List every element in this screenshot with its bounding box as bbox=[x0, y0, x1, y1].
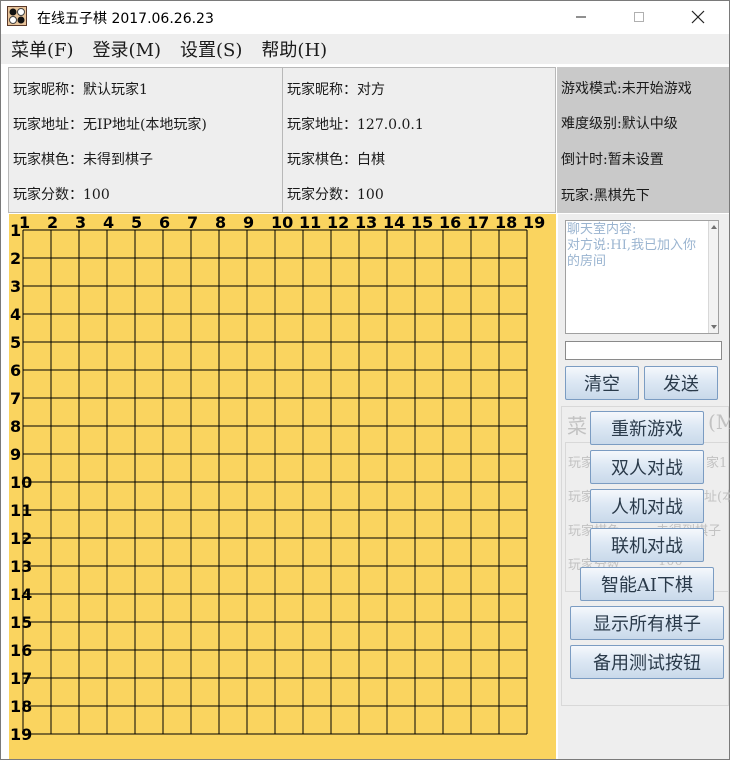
row-label: 17 bbox=[10, 669, 32, 688]
row-label: 6 bbox=[10, 361, 21, 380]
chat-room[interactable]: 聊天室内容: 对方说:HI,我已加入你的房间 bbox=[565, 220, 719, 334]
pve-button[interactable]: 人机对战 bbox=[590, 489, 704, 523]
clear-button[interactable]: 清空 bbox=[565, 366, 639, 400]
row-label: 1 bbox=[10, 221, 21, 240]
column-label: 15 bbox=[411, 214, 433, 232]
player2-nickname: 玩家昵称：对方 bbox=[287, 82, 385, 98]
chat-content: 聊天室内容: 对方说:HI,我已加入你的房间 bbox=[567, 222, 707, 270]
column-label: 11 bbox=[299, 214, 321, 232]
row-label: 4 bbox=[10, 305, 21, 324]
ghost-menu-a: 菜 bbox=[567, 414, 587, 438]
title-bar[interactable]: 在线五子棋 2017.06.26.23 bbox=[1, 1, 729, 34]
chat-input[interactable] bbox=[565, 341, 722, 360]
row-label: 12 bbox=[10, 529, 32, 548]
minimize-icon bbox=[576, 16, 586, 18]
menu-item-settings[interactable]: 设置(S) bbox=[180, 36, 242, 62]
column-label: 3 bbox=[75, 214, 86, 232]
ghost-line1-tail: 家1 bbox=[706, 456, 728, 471]
menu-item-menu[interactable]: 菜单(F) bbox=[11, 36, 74, 62]
menu-item-help[interactable]: 帮助(H) bbox=[261, 36, 327, 62]
game-status-panel: 游戏模式:未开始游戏 难度级别:默认中级 倒计时:暂未设置 玩家:黑棋先下 bbox=[557, 67, 729, 213]
close-icon bbox=[691, 10, 705, 24]
column-label: 16 bbox=[439, 214, 461, 232]
column-label: 18 bbox=[495, 214, 517, 232]
restart-button[interactable]: 重新游戏 bbox=[590, 411, 704, 445]
row-label: 18 bbox=[10, 697, 32, 716]
pvp-button[interactable]: 双人对战 bbox=[590, 450, 704, 484]
player1-color: 玩家棋色：未得到棋子 bbox=[13, 152, 153, 168]
column-label: 10 bbox=[271, 214, 293, 232]
scroll-up-icon[interactable] bbox=[709, 222, 719, 232]
column-label: 7 bbox=[187, 214, 198, 232]
row-label: 7 bbox=[10, 389, 21, 408]
player2-color: 玩家棋色：白棋 bbox=[287, 152, 385, 168]
column-label: 14 bbox=[383, 214, 405, 232]
row-label: 8 bbox=[10, 417, 21, 436]
player2-panel: 玩家昵称：对方 玩家地址：127.0.0.1 玩家棋色：白棋 玩家分数：100 bbox=[282, 67, 556, 213]
row-label: 14 bbox=[10, 585, 32, 604]
maximize-icon bbox=[634, 12, 644, 22]
row-label: 10 bbox=[10, 473, 32, 492]
column-label: 13 bbox=[355, 214, 377, 232]
player1-score: 玩家分数：100 bbox=[13, 187, 110, 203]
close-button[interactable] bbox=[675, 1, 721, 33]
row-label: 2 bbox=[10, 249, 21, 268]
column-label: 6 bbox=[159, 214, 170, 232]
countdown-label: 倒计时:暂未设置 bbox=[561, 152, 664, 168]
minimize-button[interactable] bbox=[558, 1, 604, 33]
column-label: 9 bbox=[243, 214, 254, 232]
chat-message: 对方说:HI,我已加入你的房间 bbox=[567, 238, 696, 269]
menu-bar: 菜单(F) 登录(M) 设置(S) 帮助(H) bbox=[1, 34, 729, 64]
test-button[interactable]: 备用测试按钮 bbox=[570, 645, 724, 679]
row-label: 13 bbox=[10, 557, 32, 576]
player1-panel: 玩家昵称：默认玩家1 玩家地址：无IP地址(本地玩家) 玩家棋色：未得到棋子 玩… bbox=[8, 67, 283, 213]
row-label: 11 bbox=[10, 501, 32, 520]
ghost-line2-tail: 址(本 bbox=[704, 490, 730, 505]
column-label: 8 bbox=[215, 214, 226, 232]
row-label: 9 bbox=[10, 445, 21, 464]
turn-label: 玩家:黑棋先下 bbox=[561, 188, 650, 204]
gomoku-board[interactable]: 1 2 3 4 5 6 7 8 9 10 11 12 13 14 15 16 17 18 19 1 2 3 4 5 6 7 8 9 10… bbox=[9, 214, 556, 759]
app-icon bbox=[7, 6, 27, 26]
chat-scrollbar[interactable] bbox=[708, 221, 718, 333]
player2-address: 玩家地址：127.0.0.1 bbox=[287, 117, 424, 133]
ai-move-button[interactable]: 智能AI下棋 bbox=[580, 567, 714, 601]
online-button[interactable]: 联机对战 bbox=[590, 528, 704, 562]
player1-nickname: 玩家昵称：默认玩家1 bbox=[13, 82, 148, 98]
player1-address: 玩家地址：无IP地址(本地玩家) bbox=[13, 117, 207, 133]
board-grid[interactable]: 1 2 3 4 5 6 7 8 9 10 11 12 13 14 15 16 17 18 1912345678910… bbox=[9, 214, 556, 759]
row-label: 5 bbox=[10, 333, 21, 352]
difficulty-label: 难度级别:默认中级 bbox=[561, 116, 678, 132]
column-label: 19 bbox=[523, 214, 545, 232]
maximize-button[interactable] bbox=[616, 1, 662, 33]
column-label: 2 bbox=[47, 214, 58, 232]
row-label: 19 bbox=[10, 725, 32, 744]
menu-item-login[interactable]: 登录(M) bbox=[93, 36, 161, 62]
chat-header: 聊天室内容: bbox=[567, 222, 637, 237]
column-label: 17 bbox=[467, 214, 489, 232]
row-label: 16 bbox=[10, 641, 32, 660]
column-label: 5 bbox=[131, 214, 142, 232]
scroll-down-icon[interactable] bbox=[709, 322, 719, 332]
row-label: 15 bbox=[10, 613, 32, 632]
app-window: 在线五子棋 2017.06.26.23 菜单(F) 登录(M) 设置(S) 帮助… bbox=[0, 0, 730, 760]
game-mode-label: 游戏模式:未开始游戏 bbox=[561, 81, 692, 97]
control-panel: 聊天室内容: 对方说:HI,我已加入你的房间 清空 发送 菜 (M 玩家 家1 … bbox=[558, 214, 730, 759]
ghost-menu-b: (M bbox=[708, 410, 730, 434]
player2-score: 玩家分数：100 bbox=[287, 187, 384, 203]
send-button[interactable]: 发送 bbox=[644, 366, 718, 400]
column-label: 4 bbox=[103, 214, 114, 232]
window-title: 在线五子棋 2017.06.26.23 bbox=[37, 11, 214, 27]
show-all-button[interactable]: 显示所有棋子 bbox=[570, 606, 724, 640]
row-label: 3 bbox=[10, 277, 21, 296]
column-label: 12 bbox=[327, 214, 349, 232]
